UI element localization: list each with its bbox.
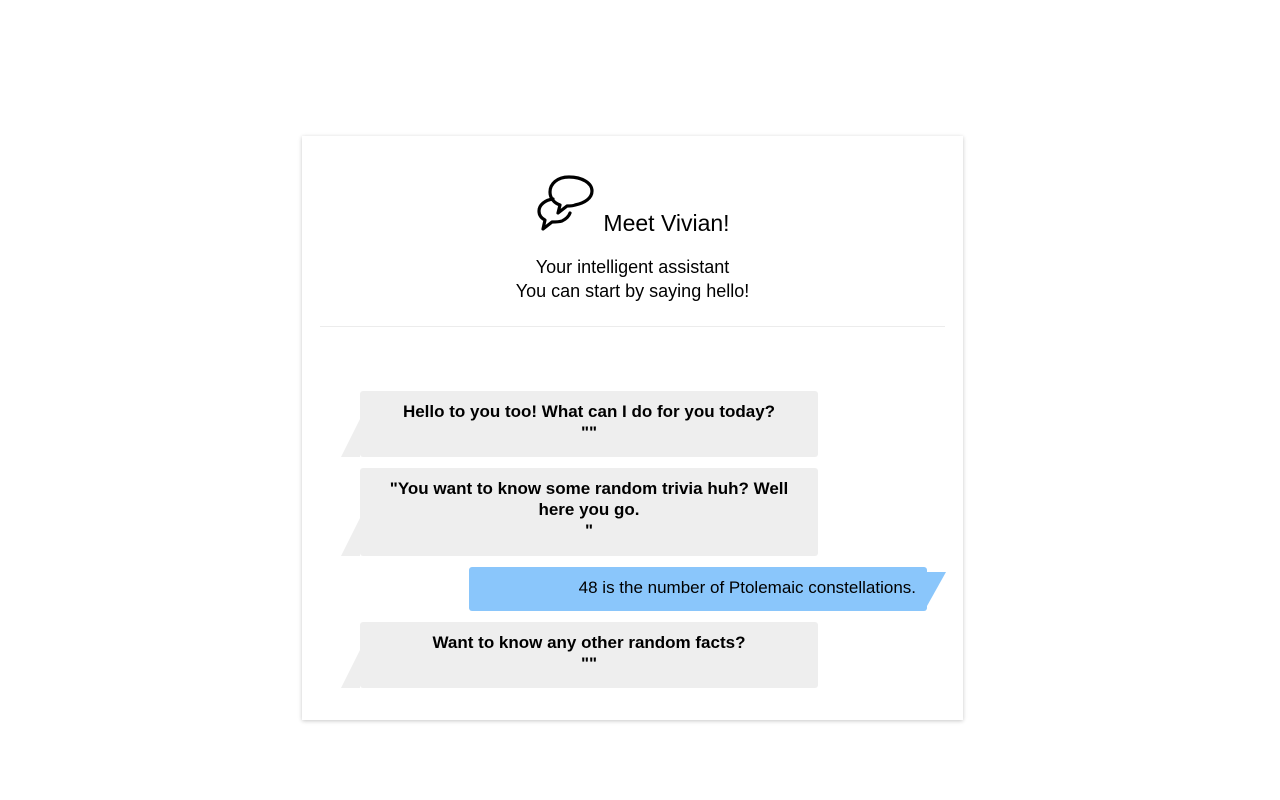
message-text: "	[584, 521, 594, 540]
message-text: Want to know any other random facts?	[432, 633, 746, 652]
chat-bubbles-icon	[535, 173, 599, 237]
message-text: Hello to you too! What can I do for you …	[402, 402, 776, 421]
message-text: "You want to know some random trivia huh…	[389, 479, 789, 519]
bot-message: Want to know any other random facts? ""	[341, 622, 818, 688]
header-divider	[320, 326, 945, 327]
subtitle-assistant: Your intelligent assistant	[535, 257, 730, 277]
message-text: ""	[580, 423, 598, 442]
page-title: Meet Vivian!	[603, 210, 730, 236]
message-text: ""	[580, 654, 598, 673]
title-row: Meet Vivian!	[302, 173, 963, 245]
bot-message: Hello to you too! What can I do for you …	[341, 391, 818, 457]
subtitle-instruction: You can start by saying hello!	[515, 281, 750, 301]
bot-message: "You want to know some random trivia huh…	[341, 468, 818, 556]
user-message: 48 is the number of Ptolemaic constellat…	[469, 567, 946, 611]
chat-card: Meet Vivian! Your intelligent assistant …	[302, 136, 963, 720]
chat-header: Meet Vivian! Your intelligent assistant …	[302, 136, 963, 326]
message-text: 48 is the number of Ptolemaic constellat…	[578, 578, 916, 597]
